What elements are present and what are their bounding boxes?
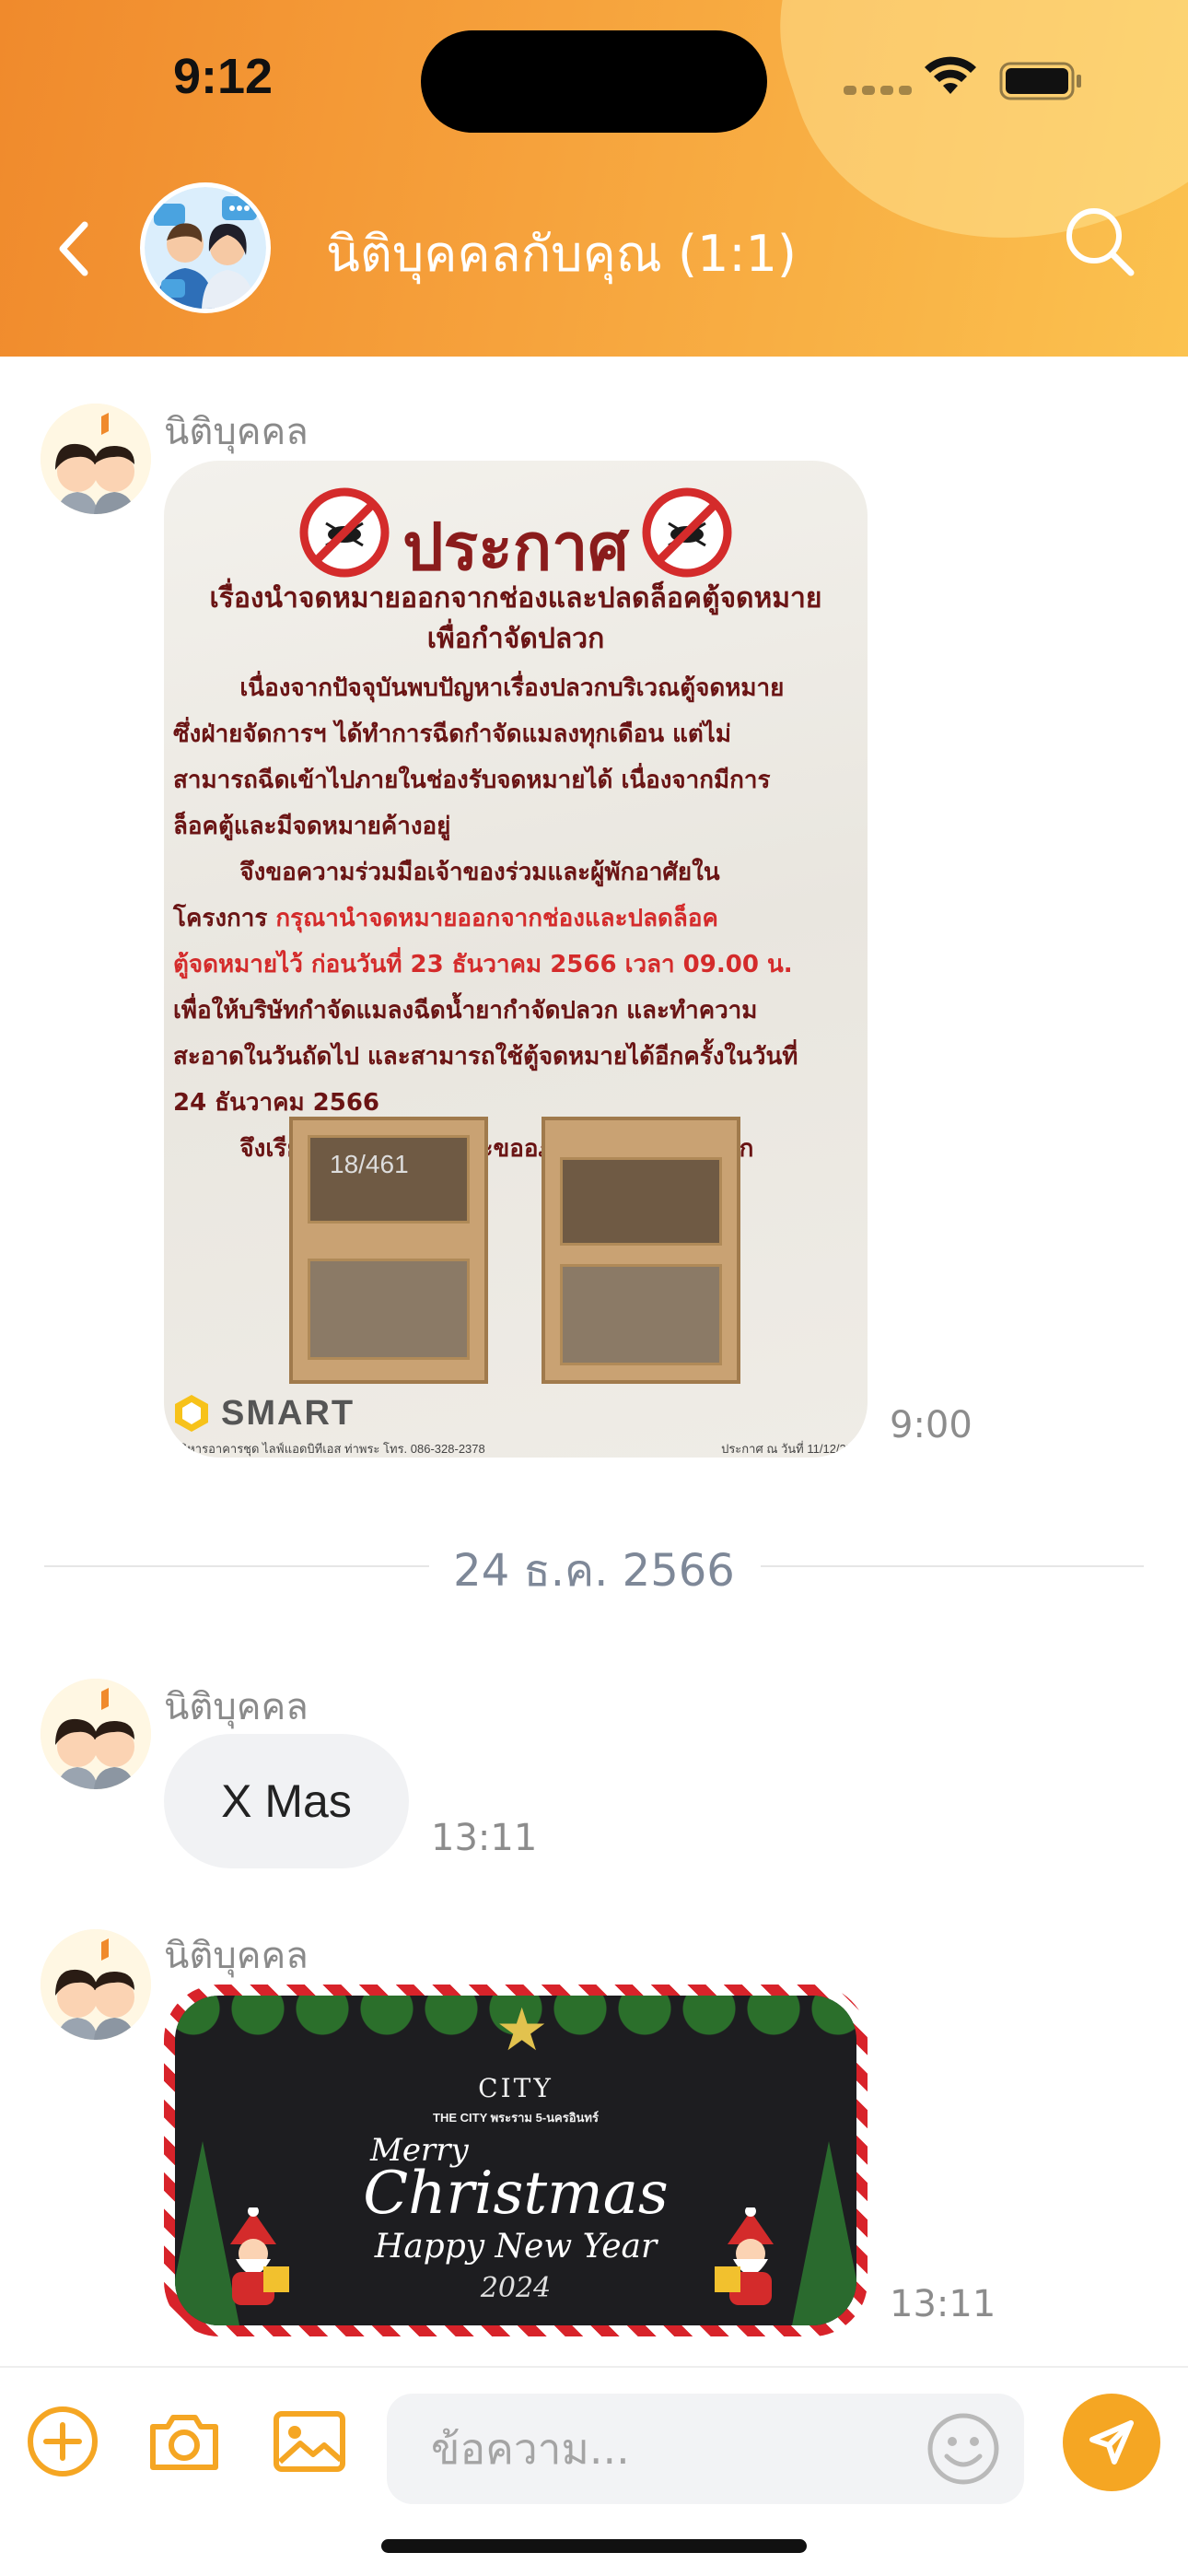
separator-line [761, 1565, 1144, 1567]
message-input[interactable] [431, 2394, 928, 2504]
sender-name: นิติบุคคล [164, 1686, 309, 1728]
poster-heading-line1: เรื่องนำจดหมายออกจากช่องและปลดล็อคตู้จดห… [209, 582, 822, 615]
star-decoration: ★ [495, 1996, 549, 2063]
smart-logo-mark [175, 1395, 208, 1432]
dynamic-island [421, 30, 767, 133]
smart-world-avatar-image [41, 1679, 151, 1789]
sender-name: นิติบุคคล [164, 1935, 309, 1977]
emoji-icon[interactable] [925, 2410, 1002, 2488]
mailbox-photo-2 [542, 1117, 740, 1384]
back-icon [59, 221, 88, 276]
poster-body: เนื่องจากปัจจุบันพบปัญหาเรื่องปลวกบริเวณ… [173, 665, 853, 1172]
cellular-signal-icon [844, 86, 912, 95]
sender-avatar[interactable] [41, 404, 151, 514]
santa-decoration [715, 2207, 774, 2305]
message-time: 13:11 [431, 1817, 538, 1859]
chat-avatar[interactable] [140, 182, 271, 313]
home-indicator [381, 2539, 807, 2553]
date-separator: 24 ธ.ค. 2566 [0, 1534, 1188, 1598]
mailbox-number: 18/461 [330, 1150, 409, 1178]
santa-decoration [230, 2207, 289, 2305]
poster-heading: เรื่องนำจดหมายออกจากช่องและปลดล็อคตู้จดห… [182, 579, 849, 660]
poster-body-part1: เนื่องจากปัจจุบันพบปัญหาเรื่องปลวกบริเวณ… [173, 674, 785, 932]
smart-logo-text: SMART [221, 1393, 355, 1433]
mailbox-photo-1: 18/461 [289, 1117, 488, 1384]
group-avatar-image [145, 187, 266, 309]
date-separator-label: 24 ธ.ค. 2566 [453, 1545, 735, 1597]
christmas-card-image[interactable]: ★ CITY THE CITY พระราม 5-นครอินทร์ Merry… [164, 1985, 868, 2336]
battery-icon [999, 62, 1081, 100]
chat-title: นิติบุคคลกับคุณ (1:1) [326, 225, 797, 283]
sender-avatar[interactable] [41, 1679, 151, 1789]
smart-world-avatar-image [41, 404, 151, 514]
add-icon[interactable] [24, 2403, 101, 2480]
message-time: 13:11 [890, 2283, 996, 2325]
smart-logo: SMART [171, 1393, 355, 1434]
send-icon [1089, 2420, 1134, 2465]
poster-heading-line2: เพื่อกำจัดปลวก [426, 623, 605, 655]
send-button[interactable] [1063, 2394, 1160, 2491]
tree-decoration [792, 2141, 856, 2325]
sender-name: นิติบุคคล [164, 411, 309, 453]
back-button[interactable] [37, 207, 111, 290]
wifi-icon [925, 56, 976, 94]
smart-world-avatar-image [41, 1929, 151, 2040]
status-time: 9:12 [173, 49, 274, 104]
message-input-container [387, 2394, 1024, 2504]
poster-footer-left: บริหารอาคารชุด ไลฟ์แอดบิทีเอส ท่าพระ โทร… [173, 1442, 485, 1456]
camera-icon[interactable] [146, 2403, 223, 2480]
sender-avatar[interactable] [41, 1929, 151, 2040]
image-icon[interactable] [271, 2403, 348, 2480]
search-icon [1066, 208, 1135, 276]
poster-footer-right: ประกาศ ณ วันที่ 11/12/25 [721, 1442, 853, 1456]
search-button[interactable] [1061, 203, 1140, 282]
message-time: 9:00 [890, 1404, 973, 1446]
chat-header: 9:12 นิติบุคคลกับคุณ (1:1) [0, 0, 1188, 357]
card-brand-subtitle: THE CITY พระราม 5-นครอินทร์ [433, 2111, 599, 2125]
no-termite-icon [642, 487, 732, 578]
announcement-image[interactable]: ประกาศ เรื่องนำจดหมายออกจากช่องและปลดล็อ… [164, 461, 868, 1458]
card-brand: CITY [478, 2073, 553, 2103]
message-bubble[interactable]: X Mas [164, 1734, 409, 1868]
